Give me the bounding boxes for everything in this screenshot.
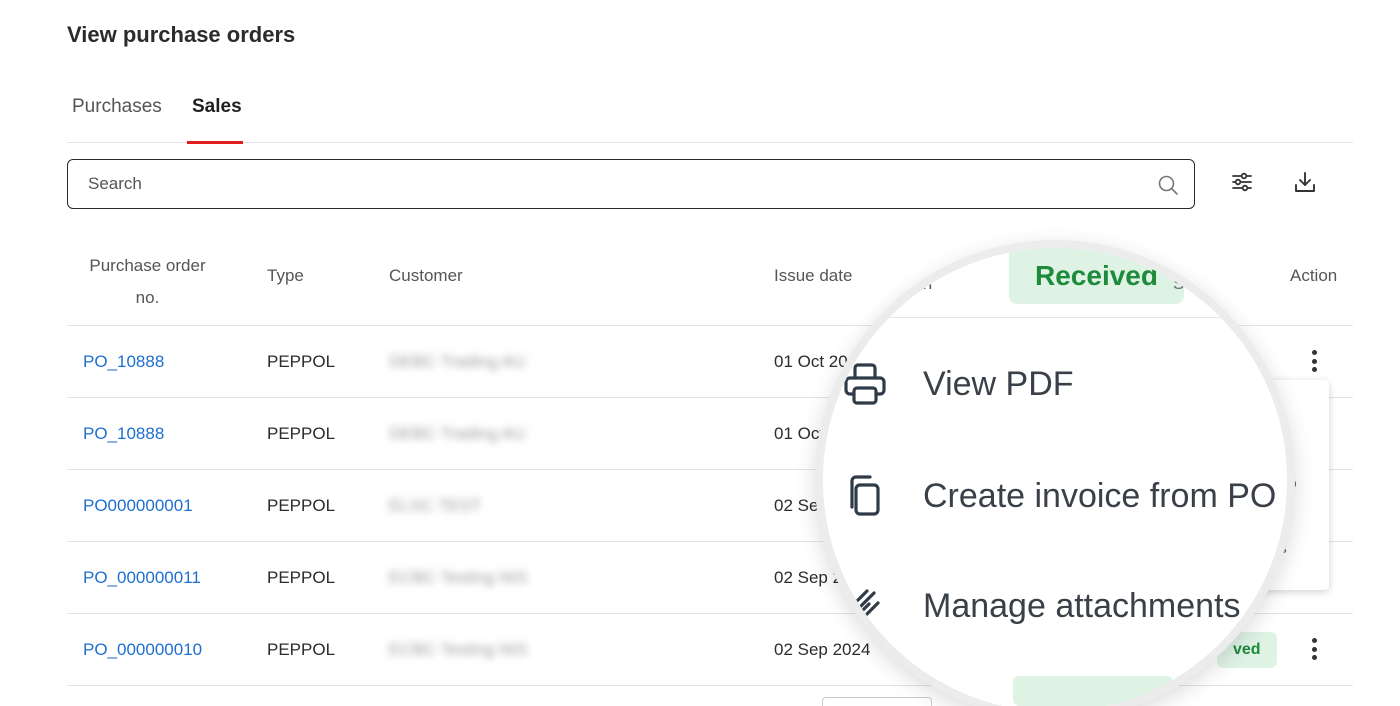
kebab-icon (1311, 350, 1317, 355)
customer-cell: DEBC Trading AU (389, 424, 526, 443)
sliders-icon (1229, 169, 1255, 200)
more-actions-button[interactable] (1305, 634, 1323, 664)
po-link[interactable]: PO000000001 (83, 496, 193, 516)
status-badge-partial (1013, 676, 1173, 706)
menu-item-manage-attachments[interactable]: Manage attachments (841, 576, 1241, 636)
kebab-dot (1311, 655, 1317, 660)
received-status-badge: Received (1009, 248, 1184, 304)
customer-cell: DEBC Trading AU (389, 352, 526, 371)
menu-item-label: View PDF (923, 364, 1074, 403)
download-icon (1292, 169, 1318, 200)
column-header-type[interactable]: Type (267, 266, 304, 286)
menu-item-view-pdf[interactable]: View PDF (841, 354, 1074, 414)
kebab-dot (1311, 367, 1317, 372)
paperclip-icon (841, 582, 889, 630)
type-cell: PEPPOL (267, 640, 336, 659)
magnified-header: Curr Received Status (823, 248, 1287, 318)
menu-item-create-invoice[interactable]: Create invoice from PO (841, 466, 1276, 526)
kebab-dot (1311, 358, 1317, 364)
download-button[interactable] (1289, 168, 1321, 200)
customer-cell: ECBC Testing NIS (389, 568, 528, 587)
column-header-customer[interactable]: Customer (389, 266, 463, 286)
filter-button[interactable] (1226, 168, 1258, 200)
type-cell: PEPPOL (267, 424, 336, 443)
active-tab-indicator (187, 141, 243, 144)
copy-icon (841, 472, 889, 520)
po-link[interactable]: PO_10888 (83, 424, 164, 444)
menu-item-label: Manage attachments (923, 586, 1241, 625)
search-input[interactable] (88, 172, 1128, 196)
type-cell: PEPPOL (267, 352, 336, 371)
tab-sales[interactable]: Sales (192, 96, 242, 118)
column-header-status: Status (1173, 274, 1222, 293)
kebab-icon (1311, 638, 1317, 643)
column-header-currency: Curr (901, 274, 935, 293)
kebab-dot (1311, 646, 1317, 652)
column-header-action: Action (1290, 266, 1338, 285)
customer-cell: ECBC Testing NIS (389, 640, 528, 659)
menu-item-label: Create invoice from PO (923, 476, 1277, 515)
page-title: View purchase orders (67, 22, 296, 47)
po-link[interactable]: PO_10888 (83, 352, 164, 372)
type-cell: PEPPOL (267, 568, 336, 587)
pagination-control[interactable] (822, 697, 932, 706)
magnified-actions-menu: View PDF Create invoice from PO Manage a… (823, 320, 1287, 680)
search-icon[interactable] (1156, 173, 1180, 197)
tab-purchases[interactable]: Purchases (72, 96, 162, 118)
po-link[interactable]: PO_000000010 (83, 640, 202, 660)
tab-bar: Purchases Sales (67, 92, 1353, 144)
customer-cell: ELSC TEST (389, 496, 482, 515)
more-actions-button[interactable] (1305, 346, 1323, 376)
search-box[interactable] (67, 159, 1195, 209)
magnifier-lens: Curr Received Status View PDF Create inv (815, 240, 1295, 706)
printer-icon (841, 360, 889, 408)
po-link[interactable]: PO_000000011 (83, 568, 201, 588)
type-cell: PEPPOL (267, 496, 336, 515)
column-header-po[interactable]: Purchase order no. (85, 250, 210, 314)
